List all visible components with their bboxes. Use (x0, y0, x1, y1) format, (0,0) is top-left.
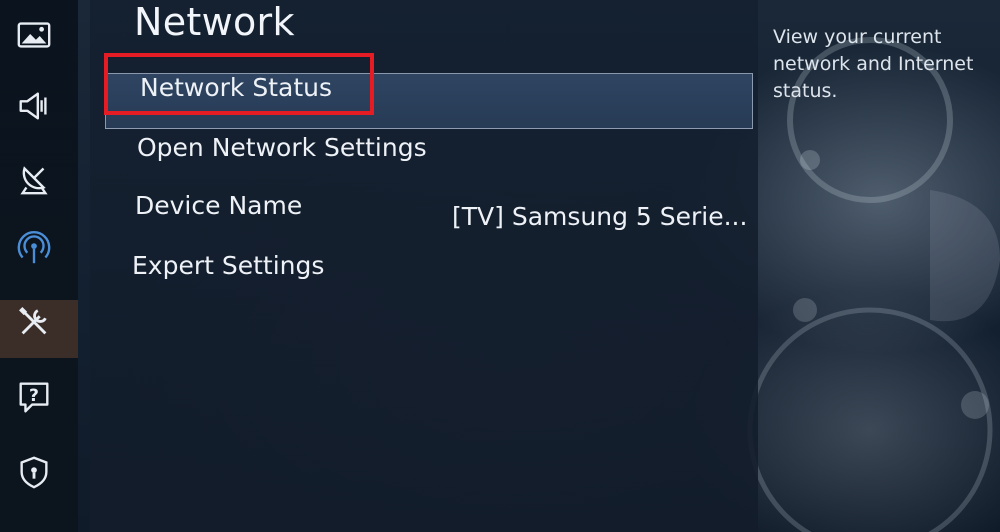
picture-icon[interactable] (14, 15, 54, 55)
menu-item-open-network-settings[interactable]: Open Network Settings (137, 133, 427, 162)
help-icon[interactable]: ? (14, 377, 54, 417)
support-tools-icon[interactable] (14, 302, 54, 342)
svg-text:?: ? (29, 386, 39, 406)
page-title: Network (134, 0, 295, 44)
privacy-shield-icon[interactable] (14, 452, 54, 492)
help-description: View your current network and Internet s… (773, 26, 974, 102)
network-icon[interactable] (14, 228, 54, 268)
sound-icon[interactable] (14, 86, 54, 126)
device-name-value: [TV] Samsung 5 Serie... (452, 202, 748, 231)
settings-category-rail: ? (0, 0, 78, 532)
menu-item-device-name[interactable]: Device Name (135, 191, 302, 220)
broadcasting-icon[interactable] (14, 158, 54, 198)
menu-item-expert-settings[interactable]: Expert Settings (132, 251, 324, 280)
annotation-highlight-box (104, 53, 374, 115)
